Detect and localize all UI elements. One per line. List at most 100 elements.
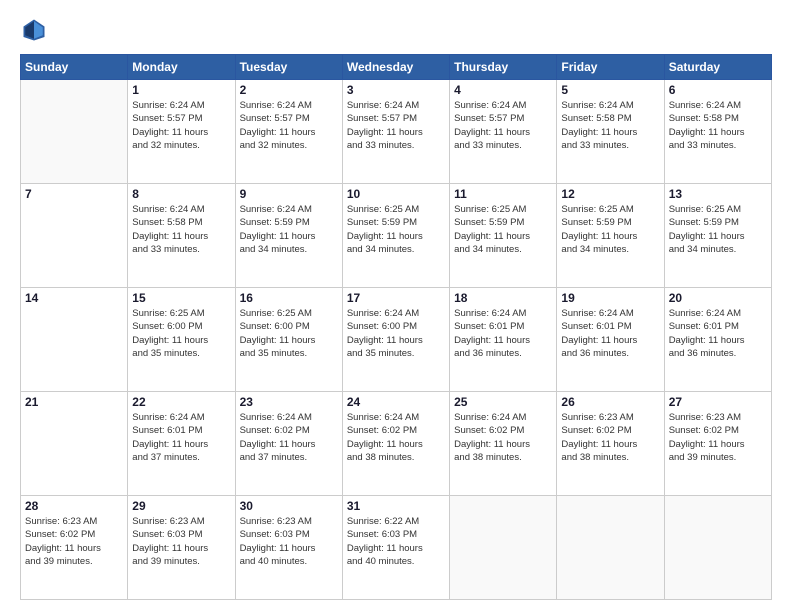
day-info: Sunrise: 6:24 AM Sunset: 5:58 PM Dayligh… — [561, 99, 659, 152]
calendar-cell: 31 Sunrise: 6:22 AM Sunset: 6:03 PM Dayli… — [342, 496, 449, 600]
day-info: Sunrise: 6:24 AM Sunset: 6:02 PM Dayligh… — [240, 411, 338, 464]
day-number: 31 — [347, 499, 445, 513]
day-info: Sunrise: 6:25 AM Sunset: 5:59 PM Dayligh… — [669, 203, 767, 256]
day-number: 7 — [25, 187, 123, 201]
calendar-cell: 12 Sunrise: 6:25 AM Sunset: 5:59 PM Dayli… — [557, 184, 664, 288]
day-info: Sunrise: 6:24 AM Sunset: 6:01 PM Dayligh… — [454, 307, 552, 360]
calendar-cell: 11 Sunrise: 6:25 AM Sunset: 5:59 PM Dayli… — [450, 184, 557, 288]
day-number: 4 — [454, 83, 552, 97]
calendar-cell: 29 Sunrise: 6:23 AM Sunset: 6:03 PM Dayli… — [128, 496, 235, 600]
day-number: 19 — [561, 291, 659, 305]
day-number: 15 — [132, 291, 230, 305]
calendar-cell — [664, 496, 771, 600]
calendar-cell: 22 Sunrise: 6:24 AM Sunset: 6:01 PM Dayli… — [128, 392, 235, 496]
day-header-sunday: Sunday — [21, 55, 128, 80]
day-number: 10 — [347, 187, 445, 201]
day-info: Sunrise: 6:25 AM Sunset: 5:59 PM Dayligh… — [347, 203, 445, 256]
week-row-5: 28 Sunrise: 6:23 AM Sunset: 6:02 PM Dayli… — [21, 496, 772, 600]
calendar-cell: 16 Sunrise: 6:25 AM Sunset: 6:00 PM Dayli… — [235, 288, 342, 392]
week-row-1: 1 Sunrise: 6:24 AM Sunset: 5:57 PM Daylig… — [21, 80, 772, 184]
day-number: 18 — [454, 291, 552, 305]
calendar-cell: 9 Sunrise: 6:24 AM Sunset: 5:59 PM Daylig… — [235, 184, 342, 288]
calendar-cell: 2 Sunrise: 6:24 AM Sunset: 5:57 PM Daylig… — [235, 80, 342, 184]
calendar-cell — [21, 80, 128, 184]
day-number: 20 — [669, 291, 767, 305]
day-info: Sunrise: 6:23 AM Sunset: 6:02 PM Dayligh… — [669, 411, 767, 464]
day-info: Sunrise: 6:23 AM Sunset: 6:02 PM Dayligh… — [561, 411, 659, 464]
week-row-2: 78 Sunrise: 6:24 AM Sunset: 5:58 PM Dayli… — [21, 184, 772, 288]
header-row: SundayMondayTuesdayWednesdayThursdayFrid… — [21, 55, 772, 80]
day-info: Sunrise: 6:24 AM Sunset: 5:57 PM Dayligh… — [347, 99, 445, 152]
calendar-cell: 15 Sunrise: 6:25 AM Sunset: 6:00 PM Dayli… — [128, 288, 235, 392]
day-info: Sunrise: 6:24 AM Sunset: 5:57 PM Dayligh… — [132, 99, 230, 152]
week-row-3: 14 15 Sunrise: 6:25 AM Sunset: 6:00 PM Day… — [21, 288, 772, 392]
day-number: 17 — [347, 291, 445, 305]
day-info: Sunrise: 6:23 AM Sunset: 6:02 PM Dayligh… — [25, 515, 123, 568]
day-header-tuesday: Tuesday — [235, 55, 342, 80]
day-info: Sunrise: 6:24 AM Sunset: 5:57 PM Dayligh… — [240, 99, 338, 152]
day-info: Sunrise: 6:23 AM Sunset: 6:03 PM Dayligh… — [132, 515, 230, 568]
day-info: Sunrise: 6:24 AM Sunset: 6:01 PM Dayligh… — [561, 307, 659, 360]
header — [20, 16, 772, 44]
day-info: Sunrise: 6:23 AM Sunset: 6:03 PM Dayligh… — [240, 515, 338, 568]
day-info: Sunrise: 6:25 AM Sunset: 5:59 PM Dayligh… — [454, 203, 552, 256]
day-header-monday: Monday — [128, 55, 235, 80]
day-number: 26 — [561, 395, 659, 409]
calendar-cell: 18 Sunrise: 6:24 AM Sunset: 6:01 PM Dayli… — [450, 288, 557, 392]
day-number: 24 — [347, 395, 445, 409]
calendar-cell: 7 — [21, 184, 128, 288]
day-header-saturday: Saturday — [664, 55, 771, 80]
calendar-cell: 19 Sunrise: 6:24 AM Sunset: 6:01 PM Dayli… — [557, 288, 664, 392]
calendar-cell: 26 Sunrise: 6:23 AM Sunset: 6:02 PM Dayli… — [557, 392, 664, 496]
calendar-cell: 1 Sunrise: 6:24 AM Sunset: 5:57 PM Daylig… — [128, 80, 235, 184]
calendar-cell: 21 — [21, 392, 128, 496]
day-number: 28 — [25, 499, 123, 513]
day-header-friday: Friday — [557, 55, 664, 80]
day-number: 13 — [669, 187, 767, 201]
day-number: 9 — [240, 187, 338, 201]
calendar-cell: 8 Sunrise: 6:24 AM Sunset: 5:58 PM Daylig… — [128, 184, 235, 288]
day-number: 29 — [132, 499, 230, 513]
day-number: 30 — [240, 499, 338, 513]
calendar-cell: 13 Sunrise: 6:25 AM Sunset: 5:59 PM Dayli… — [664, 184, 771, 288]
day-number: 2 — [240, 83, 338, 97]
day-header-thursday: Thursday — [450, 55, 557, 80]
day-number: 23 — [240, 395, 338, 409]
calendar-cell: 10 Sunrise: 6:25 AM Sunset: 5:59 PM Dayli… — [342, 184, 449, 288]
day-info: Sunrise: 6:25 AM Sunset: 5:59 PM Dayligh… — [561, 203, 659, 256]
calendar-cell: 6Sunrise: 6:24 AM Sunset: 5:58 PM Daylig… — [664, 80, 771, 184]
day-info: Sunrise: 6:24 AM Sunset: 6:02 PM Dayligh… — [454, 411, 552, 464]
day-info: Sunrise: 6:24 AM Sunset: 6:01 PM Dayligh… — [132, 411, 230, 464]
calendar-cell: 23 Sunrise: 6:24 AM Sunset: 6:02 PM Dayli… — [235, 392, 342, 496]
day-number: 12 — [561, 187, 659, 201]
day-info: Sunrise: 6:24 AM Sunset: 6:00 PM Dayligh… — [347, 307, 445, 360]
day-number: 1 — [132, 83, 230, 97]
page: SundayMondayTuesdayWednesdayThursdayFrid… — [0, 0, 792, 612]
week-row-4: 21 22 Sunrise: 6:24 AM Sunset: 6:01 PM Day… — [21, 392, 772, 496]
logo — [20, 16, 52, 44]
calendar-cell: 4 Sunrise: 6:24 AM Sunset: 5:57 PM Daylig… — [450, 80, 557, 184]
day-info: Sunrise: 6:25 AM Sunset: 6:00 PM Dayligh… — [132, 307, 230, 360]
day-number: 8 — [132, 187, 230, 201]
day-info: Sunrise: 6:24 AM Sunset: 5:57 PM Dayligh… — [454, 99, 552, 152]
day-info: Sunrise: 6:22 AM Sunset: 6:03 PM Dayligh… — [347, 515, 445, 568]
day-number: 16 — [240, 291, 338, 305]
logo-icon — [20, 16, 48, 44]
day-number: 22 — [132, 395, 230, 409]
calendar-cell: 25Sunrise: 6:24 AM Sunset: 6:02 PM Dayli… — [450, 392, 557, 496]
day-number: 27 — [669, 395, 767, 409]
day-number: 11 — [454, 187, 552, 201]
calendar-cell: 14 — [21, 288, 128, 392]
calendar-cell: 30 Sunrise: 6:23 AM Sunset: 6:03 PM Dayli… — [235, 496, 342, 600]
calendar-cell: 24Sunrise: 6:24 AM Sunset: 6:02 PM Dayli… — [342, 392, 449, 496]
day-header-wednesday: Wednesday — [342, 55, 449, 80]
day-info: Sunrise: 6:25 AM Sunset: 6:00 PM Dayligh… — [240, 307, 338, 360]
day-info: Sunrise: 6:24 AM Sunset: 5:59 PM Dayligh… — [240, 203, 338, 256]
calendar-table: SundayMondayTuesdayWednesdayThursdayFrid… — [20, 54, 772, 600]
day-number: 5 — [561, 83, 659, 97]
calendar-cell: 17 Sunrise: 6:24 AM Sunset: 6:00 PM Dayli… — [342, 288, 449, 392]
calendar-cell — [557, 496, 664, 600]
day-number: 3 — [347, 83, 445, 97]
day-info: Sunrise: 6:24 AM Sunset: 5:58 PM Dayligh… — [132, 203, 230, 256]
day-number: 6 — [669, 83, 767, 97]
